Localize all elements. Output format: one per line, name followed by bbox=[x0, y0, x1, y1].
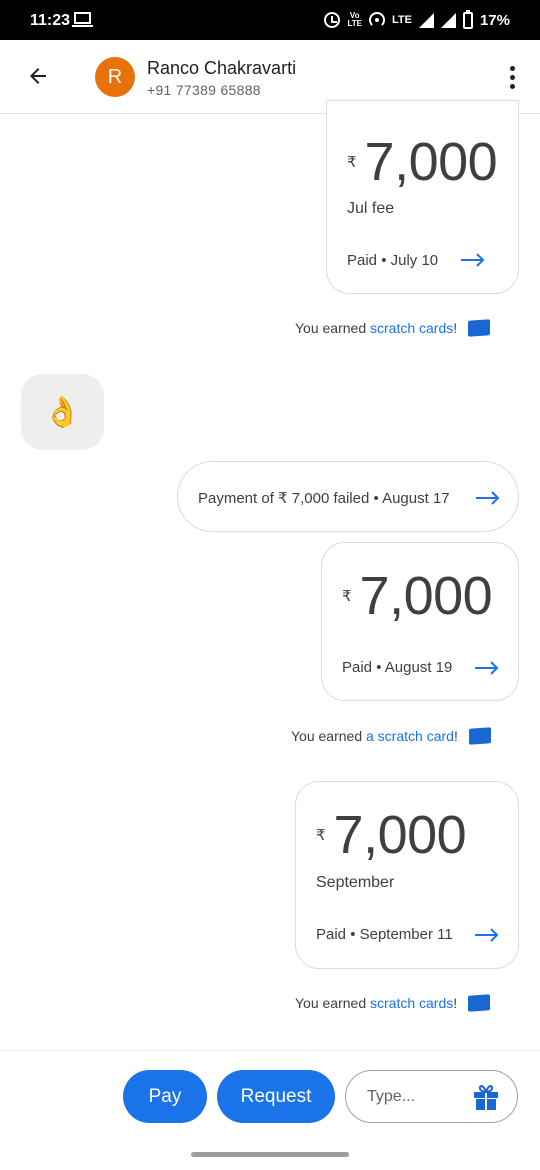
arrow-forward-icon bbox=[475, 661, 499, 675]
rupee-symbol: ₹ bbox=[342, 588, 352, 605]
scratch-card-icon bbox=[468, 994, 491, 1012]
payment-card-september[interactable]: ₹ 7,000 September Paid • September 11 bbox=[295, 781, 519, 969]
more-dot-icon bbox=[509, 65, 515, 71]
back-button[interactable] bbox=[18, 56, 58, 96]
scratch-card-icon bbox=[468, 319, 491, 337]
scratch-card-link[interactable]: a scratch card bbox=[366, 728, 454, 744]
reward-prefix: You earned bbox=[295, 320, 370, 336]
arrow-back-icon bbox=[30, 68, 46, 84]
status-indicators: Vo LTE LTE 17% bbox=[324, 8, 510, 32]
scratch-card-icon bbox=[468, 727, 491, 745]
more-dot-icon bbox=[509, 83, 515, 89]
scratch-card-link[interactable]: scratch cards bbox=[370, 320, 453, 336]
amount-value: 7,000 bbox=[333, 805, 467, 865]
reward-suffix: ! bbox=[453, 728, 458, 744]
amount-value: 7,000 bbox=[364, 132, 498, 192]
scratch-card-link[interactable]: scratch cards bbox=[370, 995, 453, 1011]
rupee-symbol: ₹ bbox=[347, 154, 357, 171]
payment-amount: ₹ 7,000 bbox=[316, 805, 467, 865]
contact-phone: +91 77389 65888 bbox=[147, 82, 261, 98]
reward-message[interactable]: You earned a scratch card ! bbox=[291, 727, 491, 745]
battery-percent: 17% bbox=[479, 11, 510, 29]
payment-status: Paid • August 19 bbox=[342, 659, 453, 676]
payment-amount: ₹ 7,000 bbox=[347, 132, 498, 192]
reward-prefix: You earned bbox=[295, 995, 370, 1011]
ok-hand-emoji: 👌 bbox=[43, 395, 82, 429]
status-bar: 11:23 Vo LTE LTE 17% bbox=[0, 0, 540, 40]
reward-suffix: ! bbox=[453, 995, 458, 1011]
pay-button[interactable]: Pay bbox=[123, 1070, 207, 1123]
battery-icon bbox=[462, 9, 473, 29]
more-dot-icon bbox=[509, 74, 515, 80]
message-input[interactable]: Type... bbox=[345, 1070, 518, 1123]
payment-status: Paid • July 10 bbox=[347, 252, 439, 269]
volte-indicator: Vo LTE bbox=[347, 12, 362, 28]
status-time: 11:23 bbox=[30, 12, 71, 29]
request-button[interactable]: Request bbox=[217, 1070, 335, 1123]
failed-payment-message[interactable]: Payment of ₹ 7,000 failed • August 17 bbox=[177, 461, 519, 532]
arrow-forward-icon bbox=[461, 253, 485, 267]
payment-amount: ₹ 7,000 bbox=[342, 566, 493, 626]
reward-message[interactable]: You earned scratch cards ! bbox=[295, 994, 491, 1012]
alarm-icon bbox=[324, 12, 341, 28]
payment-status: Paid • September 11 bbox=[316, 926, 453, 943]
hotspot-icon bbox=[369, 12, 385, 28]
received-emoji-bubble[interactable]: 👌 bbox=[21, 374, 104, 450]
screen-cast-icon bbox=[72, 12, 93, 27]
arrow-forward-icon bbox=[476, 491, 500, 505]
signal-icon bbox=[418, 12, 434, 28]
payment-card-july[interactable]: ₹ 7,000 Jul fee Paid • July 10 bbox=[326, 100, 519, 294]
signal-icon-secondary bbox=[440, 12, 456, 28]
payment-note: Jul fee bbox=[347, 200, 395, 217]
reward-suffix: ! bbox=[453, 320, 458, 336]
rupee-symbol: ₹ bbox=[316, 827, 326, 844]
more-options-button[interactable] bbox=[500, 60, 524, 94]
lte-indicator: LTE bbox=[392, 14, 412, 26]
payment-card-august[interactable]: ₹ 7,000 Paid • August 19 bbox=[321, 542, 519, 701]
failed-payment-text: Payment of ₹ 7,000 failed • August 17 bbox=[198, 490, 450, 507]
gift-icon[interactable] bbox=[471, 1082, 501, 1112]
home-indicator[interactable] bbox=[191, 1152, 349, 1157]
composer-divider bbox=[0, 1050, 540, 1051]
message-input-placeholder: Type... bbox=[367, 1088, 416, 1105]
avatar[interactable]: R bbox=[95, 57, 135, 97]
contact-name[interactable]: Ranco Chakravarti bbox=[147, 58, 296, 79]
payment-note: September bbox=[316, 874, 395, 891]
volte-bottom: LTE bbox=[347, 19, 362, 28]
reward-prefix: You earned bbox=[291, 728, 366, 744]
reward-message[interactable]: You earned scratch cards ! bbox=[295, 319, 491, 337]
amount-value: 7,000 bbox=[359, 566, 493, 626]
arrow-forward-icon bbox=[475, 928, 499, 942]
